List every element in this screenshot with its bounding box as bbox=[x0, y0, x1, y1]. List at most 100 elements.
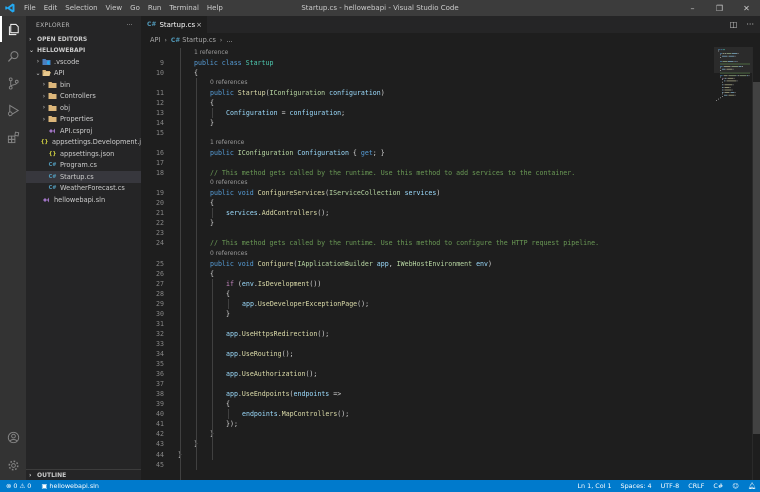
code-token: { bbox=[226, 400, 230, 409]
tree-item-obj[interactable]: › obj bbox=[26, 102, 141, 114]
breadcrumb-file[interactable]: Startup.cs bbox=[182, 36, 216, 44]
solution-label: hellowebapi.sln bbox=[49, 482, 99, 490]
indent-guide bbox=[212, 278, 213, 460]
folder-icon bbox=[48, 115, 57, 123]
tree-item-label: hellowebapi.sln bbox=[54, 195, 106, 204]
tree-item-api[interactable]: ⌄ API bbox=[26, 68, 141, 80]
menu-terminal[interactable]: Terminal bbox=[165, 0, 203, 16]
code-token: IsDevelopment bbox=[257, 279, 310, 288]
solution-indicator[interactable]: ▣ hellowebapi.sln bbox=[41, 482, 99, 490]
menu-file[interactable]: File bbox=[20, 0, 40, 16]
json-icon: {} bbox=[40, 139, 49, 146]
minimize-icon[interactable]: – bbox=[679, 0, 706, 16]
minimap-line bbox=[722, 68, 725, 70]
minimap-line bbox=[725, 84, 732, 86]
tree-item-program-cs[interactable]: C# Program.cs bbox=[26, 160, 141, 172]
tree-item-controllers[interactable]: › Controllers bbox=[26, 91, 141, 103]
code-token: app bbox=[226, 390, 238, 399]
tree-item-api-csproj[interactable]: API.csproj bbox=[26, 125, 141, 137]
minimap-line bbox=[720, 66, 722, 67]
code-token: ; bbox=[341, 108, 346, 117]
menu-run[interactable]: Run bbox=[144, 0, 165, 16]
end-of-line[interactable]: CRLF bbox=[688, 482, 704, 490]
tree-item-bin[interactable]: › bin bbox=[26, 79, 141, 91]
menu-help[interactable]: Help bbox=[203, 0, 227, 16]
extensions-icon[interactable] bbox=[0, 124, 26, 150]
minimap-line bbox=[737, 53, 739, 54]
tree-item-vscode[interactable]: › .vscode bbox=[26, 56, 141, 68]
folder-icon bbox=[48, 92, 57, 100]
breadcrumb-more[interactable]: ... bbox=[226, 36, 232, 44]
code-token: { bbox=[210, 199, 214, 208]
code-token: get bbox=[360, 149, 373, 157]
tree-item-label: Startup.cs bbox=[60, 172, 94, 181]
minimap-line bbox=[748, 75, 750, 77]
tree-item-startup-cs[interactable]: C# Startup.cs bbox=[26, 171, 141, 183]
minimap-line bbox=[723, 87, 725, 88]
menu-view[interactable]: View bbox=[102, 0, 127, 16]
split-editor-icon[interactable]: ◫ bbox=[730, 20, 738, 29]
tree-item-properties[interactable]: › Properties bbox=[26, 114, 141, 126]
code-line: 44} bbox=[141, 450, 714, 460]
feedback-icon[interactable]: ☺ bbox=[732, 482, 739, 490]
tree-item-hellowebapi-sln[interactable]: hellowebapi.sln bbox=[26, 194, 141, 206]
minimap-line bbox=[727, 94, 729, 96]
line-text: { bbox=[210, 98, 214, 108]
menu-go[interactable]: Go bbox=[126, 0, 144, 16]
code-line: 11 public Startup(IConfiguration configur… bbox=[141, 88, 714, 98]
chevron-right-icon: › bbox=[29, 36, 32, 43]
breadcrumb-folder[interactable]: API bbox=[150, 36, 160, 44]
vscode-logo-icon bbox=[0, 0, 20, 16]
code-editor[interactable]: 1 reference 9 public class Startup 10 {0 ref… bbox=[141, 47, 714, 480]
indentation[interactable]: Spaces: 4 bbox=[621, 482, 652, 490]
code-token: { bbox=[226, 289, 230, 298]
open-editors-section[interactable]: › OPEN EDITORS bbox=[26, 34, 141, 45]
problems-indicator[interactable]: ⊗ 0 ⚠ 0 bbox=[6, 482, 31, 490]
vertical-scrollbar-thumb[interactable] bbox=[753, 82, 760, 434]
settings-gear-icon[interactable] bbox=[0, 452, 26, 478]
bell-icon[interactable]: 🔔︎ bbox=[748, 482, 756, 490]
code-line: 10 { bbox=[141, 68, 714, 78]
more-actions-icon[interactable]: ··· bbox=[746, 20, 754, 29]
codelens-references[interactable]: 0 references bbox=[141, 78, 714, 88]
language-mode[interactable]: C# bbox=[713, 482, 723, 490]
cursor-position[interactable]: Ln 1, Col 1 bbox=[578, 482, 612, 490]
code-line: 36 app.UseAuthorization(); bbox=[141, 369, 714, 379]
code-token: class bbox=[221, 58, 246, 67]
outline-section[interactable]: › OUTLINE bbox=[26, 469, 141, 480]
code-line: 29 app.UseDeveloperExceptionPage(); bbox=[141, 299, 714, 309]
menu-selection[interactable]: Selection bbox=[61, 0, 101, 16]
code-line: 17 bbox=[141, 158, 714, 168]
code-token: } bbox=[226, 309, 230, 318]
codelens-references[interactable]: 1 reference bbox=[141, 138, 714, 148]
minimap[interactable] bbox=[714, 47, 752, 480]
minimap-line bbox=[735, 61, 736, 62]
line-text: if (env.IsDevelopment()) bbox=[226, 279, 321, 289]
restore-icon[interactable]: ❐ bbox=[706, 0, 733, 16]
more-actions-icon[interactable]: ··· bbox=[126, 22, 133, 29]
minimap-line bbox=[738, 66, 742, 67]
run-debug-icon[interactable] bbox=[0, 97, 26, 123]
tree-item-weatherforecast-cs[interactable]: C# WeatherForecast.cs bbox=[26, 183, 141, 195]
tree-item-label: Properties bbox=[60, 115, 94, 124]
tab-label: Startup.cs bbox=[159, 20, 196, 29]
encoding[interactable]: UTF-8 bbox=[661, 482, 680, 490]
menu-edit[interactable]: Edit bbox=[40, 0, 62, 16]
workspace-root[interactable]: ⌄ HELLOWEBAPI bbox=[26, 45, 141, 56]
codelens-references[interactable]: 0 references bbox=[141, 249, 714, 259]
minimap-line bbox=[722, 93, 723, 95]
close-tab-icon[interactable]: × bbox=[196, 21, 202, 29]
account-icon[interactable] bbox=[0, 424, 26, 450]
search-icon[interactable] bbox=[0, 43, 26, 69]
explorer-icon[interactable] bbox=[0, 16, 26, 42]
tree-item-appsettings-json[interactable]: {} appsettings.json bbox=[26, 148, 141, 160]
tree-item-appsettings-development-json[interactable]: {}appsettings.Development.json bbox=[26, 137, 141, 149]
source-control-icon[interactable] bbox=[0, 70, 26, 96]
minimap-line bbox=[723, 77, 725, 79]
tab-startup-cs[interactable]: C# Startup.cs × bbox=[141, 16, 207, 33]
folder-open-icon bbox=[42, 69, 51, 77]
codelens-references[interactable]: 1 reference bbox=[141, 48, 714, 58]
close-icon[interactable]: ✕ bbox=[733, 0, 760, 16]
code-line: 45 bbox=[141, 460, 714, 470]
codelens-references[interactable]: 0 references bbox=[141, 178, 714, 188]
